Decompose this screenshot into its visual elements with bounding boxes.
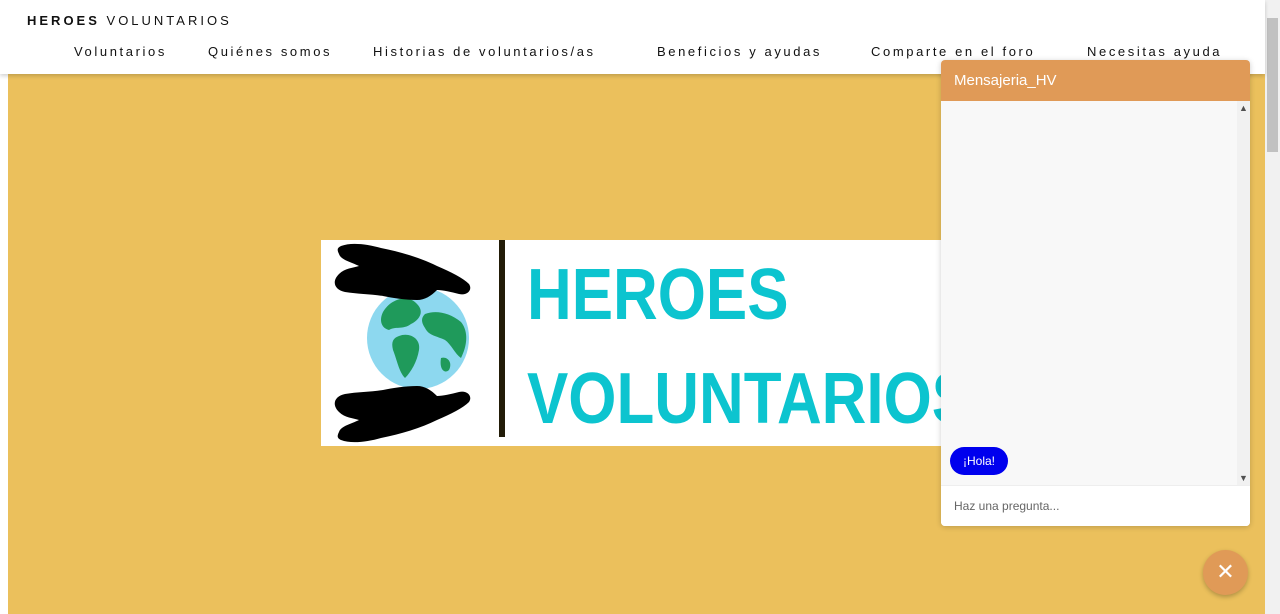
hero-logo: HEROES VOLUNTARIOS bbox=[321, 240, 961, 446]
hands-globe-icon bbox=[334, 243, 471, 443]
page-scrollbar[interactable] bbox=[1265, 0, 1280, 614]
scroll-up-arrow-icon[interactable]: ▲ bbox=[1237, 101, 1250, 115]
chat-widget: Mensajeria_HV ¡Hola! ▲ ▼ bbox=[941, 60, 1250, 526]
site-brand[interactable]: HEROES VOLUNTARIOS bbox=[27, 13, 232, 28]
brand-bold: HEROES bbox=[27, 13, 100, 28]
brand-rest: VOLUNTARIOS bbox=[99, 13, 232, 28]
chat-messages: ¡Hola! ▲ ▼ bbox=[941, 101, 1250, 485]
nav-item-foro[interactable]: Comparte en el foro bbox=[871, 44, 1035, 59]
nav-item-necesitas-ayuda[interactable]: Necesitas ayuda bbox=[1087, 44, 1222, 59]
scroll-down-arrow-icon[interactable]: ▼ bbox=[1237, 471, 1250, 485]
nav-item-historias[interactable]: Historias de voluntarios/as bbox=[373, 44, 596, 59]
logo-divider bbox=[499, 240, 505, 437]
logo-text-heroes: HEROES bbox=[527, 255, 789, 335]
page-scrollbar-thumb[interactable] bbox=[1267, 18, 1278, 152]
close-icon: ✕ bbox=[1216, 559, 1235, 584]
nav-item-quienes-somos[interactable]: Quiénes somos bbox=[208, 44, 332, 59]
chat-title: Mensajeria_HV bbox=[941, 60, 1250, 101]
logo-text-voluntarios: VOLUNTARIOS bbox=[527, 359, 961, 439]
chat-question-input[interactable] bbox=[941, 485, 1250, 526]
nav-item-voluntarios[interactable]: Voluntarios bbox=[74, 44, 167, 59]
chat-scrollbar[interactable]: ▲ ▼ bbox=[1237, 101, 1250, 485]
chat-close-button[interactable]: ✕ bbox=[1203, 550, 1248, 595]
chat-message-bubble: ¡Hola! bbox=[950, 447, 1009, 475]
nav-item-beneficios[interactable]: Beneficios y ayudas bbox=[657, 44, 822, 59]
